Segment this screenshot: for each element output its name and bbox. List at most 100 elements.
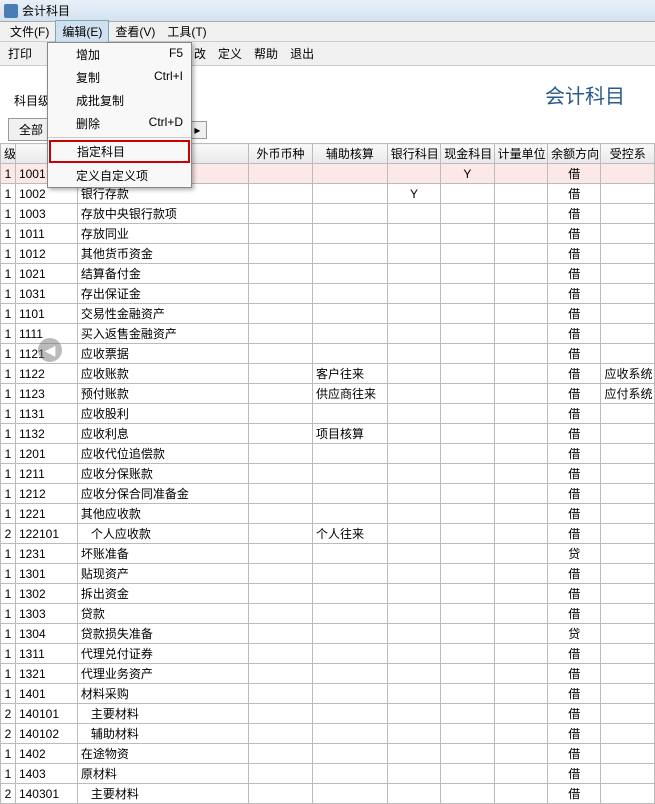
cell-code: 1311 (15, 644, 77, 664)
cell-dir: 借 (548, 264, 601, 284)
table-row[interactable]: 11403原材料借 (1, 764, 655, 784)
dropdown-add[interactable]: 增加F5 (48, 43, 191, 66)
menu-file[interactable]: 文件(F) (4, 21, 55, 42)
cell-ctrl (601, 344, 655, 364)
cell-unit (494, 164, 547, 184)
cell-ctrl (601, 624, 655, 644)
col-bank[interactable]: 银行科目 (387, 144, 440, 164)
table-row[interactable]: 11123预付账款供应商往来借应付系统 (1, 384, 655, 404)
cell-bank (387, 204, 440, 224)
cell-name: 应收股利 (77, 404, 248, 424)
cell-currency (248, 184, 312, 204)
dropdown-batch-copy[interactable]: 成批复制 (48, 89, 191, 112)
table-row[interactable]: 11311代理兑付证券借 (1, 644, 655, 664)
table-row[interactable]: 11401材料采购借 (1, 684, 655, 704)
cell-dir: 借 (548, 484, 601, 504)
toolbar-print[interactable]: 打印 (8, 45, 32, 62)
table-row[interactable]: 2140102 辅助材料借 (1, 724, 655, 744)
cell-unit (494, 684, 547, 704)
col-dir[interactable]: 余额方向 (548, 144, 601, 164)
cell-ctrl (601, 784, 655, 804)
cell-unit (494, 584, 547, 604)
cell-currency (248, 644, 312, 664)
table-row[interactable]: 2140301 主要材料借 (1, 784, 655, 804)
dropdown-copy[interactable]: 复制Ctrl+I (48, 66, 191, 89)
cell-dir: 借 (548, 684, 601, 704)
cell-dir: 借 (548, 764, 601, 784)
cell-dir: 借 (548, 784, 601, 804)
cell-name: 应收分保账款 (77, 464, 248, 484)
cell-level: 1 (1, 184, 16, 204)
cell-ctrl (601, 424, 655, 444)
toolbar-help[interactable]: 帮助 (254, 45, 278, 62)
cell-ctrl (601, 564, 655, 584)
table-row[interactable]: 11003存放中央银行款项借 (1, 204, 655, 224)
cell-cash (441, 324, 494, 344)
col-ctrl[interactable]: 受控系 (601, 144, 655, 164)
table-row[interactable]: 11231坏账准备贷 (1, 544, 655, 564)
cell-aux (313, 264, 388, 284)
col-unit[interactable]: 计量单位 (494, 144, 547, 164)
table-row[interactable]: 11122应收账款客户往来借应收系统 (1, 364, 655, 384)
table-row[interactable]: 11402在途物资借 (1, 744, 655, 764)
cell-code: 140301 (15, 784, 77, 804)
cell-level: 1 (1, 604, 16, 624)
cell-currency (248, 464, 312, 484)
menu-view[interactable]: 查看(V) (109, 21, 161, 42)
table-row[interactable]: 11131应收股利借 (1, 404, 655, 424)
table-row[interactable]: 11212应收分保合同准备金借 (1, 484, 655, 504)
table-row[interactable]: 11304贷款损失准备贷 (1, 624, 655, 644)
table-row[interactable]: 11132应收利息项目核算借 (1, 424, 655, 444)
grid: 级 外币币种 辅助核算 银行科目 现金科目 计量单位 余额方向 受控系 1100… (0, 143, 655, 804)
dropdown-specify-account[interactable]: 指定科目 (49, 140, 190, 163)
cell-ctrl: 应付系统 (601, 384, 655, 404)
cell-bank (387, 644, 440, 664)
dropdown-custom-define[interactable]: 定义自定义项 (48, 164, 191, 187)
cell-dir: 借 (548, 564, 601, 584)
cell-code: 1012 (15, 244, 77, 264)
table-row[interactable]: 11021结算备付金借 (1, 264, 655, 284)
cell-level: 1 (1, 264, 16, 284)
dropdown-delete[interactable]: 删除Ctrl+D (48, 112, 191, 135)
toolbar-exit[interactable]: 退出 (290, 45, 314, 62)
cell-unit (494, 624, 547, 644)
scroll-left-indicator[interactable]: ◀ (38, 338, 62, 362)
table-row[interactable]: 11303贷款借 (1, 604, 655, 624)
table-row[interactable]: 11201应收代位追偿款借 (1, 444, 655, 464)
table-row[interactable]: 11031存出保证金借 (1, 284, 655, 304)
cell-unit (494, 504, 547, 524)
cell-bank (387, 264, 440, 284)
table-row[interactable]: 11211应收分保账款借 (1, 464, 655, 484)
menu-tools[interactable]: 工具(T) (161, 21, 212, 42)
table-row[interactable]: 11121应收票据借 (1, 344, 655, 364)
cell-cash (441, 424, 494, 444)
cell-aux: 供应商往来 (313, 384, 388, 404)
cell-dir: 借 (548, 244, 601, 264)
table-row[interactable]: 11301贴现资产借 (1, 564, 655, 584)
toolbar-modify[interactable]: 改 (194, 45, 206, 62)
cell-currency (248, 784, 312, 804)
toolbar-define[interactable]: 定义 (218, 45, 242, 62)
col-aux[interactable]: 辅助核算 (313, 144, 388, 164)
table-row[interactable]: 11302拆出资金借 (1, 584, 655, 604)
table-row[interactable]: 11111买入返售金融资产借 (1, 324, 655, 344)
menu-edit[interactable]: 编辑(E) (55, 20, 109, 43)
cell-dir: 借 (548, 444, 601, 464)
col-currency[interactable]: 外币币种 (248, 144, 312, 164)
cell-code: 1122 (15, 364, 77, 384)
cell-currency (248, 484, 312, 504)
table-row[interactable]: 11321代理业务资产借 (1, 664, 655, 684)
col-cash[interactable]: 现金科目 (441, 144, 494, 164)
table-row[interactable]: 11101交易性金融资产借 (1, 304, 655, 324)
cell-dir: 借 (548, 284, 601, 304)
table-row[interactable]: 11012其他货币资金借 (1, 244, 655, 264)
table-row[interactable]: 11011存放同业借 (1, 224, 655, 244)
cell-bank (387, 464, 440, 484)
cell-cash (441, 664, 494, 684)
table-row[interactable]: 11221其他应收款借 (1, 504, 655, 524)
col-level[interactable]: 级 (1, 144, 16, 164)
cell-level: 1 (1, 764, 16, 784)
table-row[interactable]: 2140101 主要材料借 (1, 704, 655, 724)
cell-ctrl (601, 264, 655, 284)
table-row[interactable]: 2122101 个人应收款个人往来借 (1, 524, 655, 544)
